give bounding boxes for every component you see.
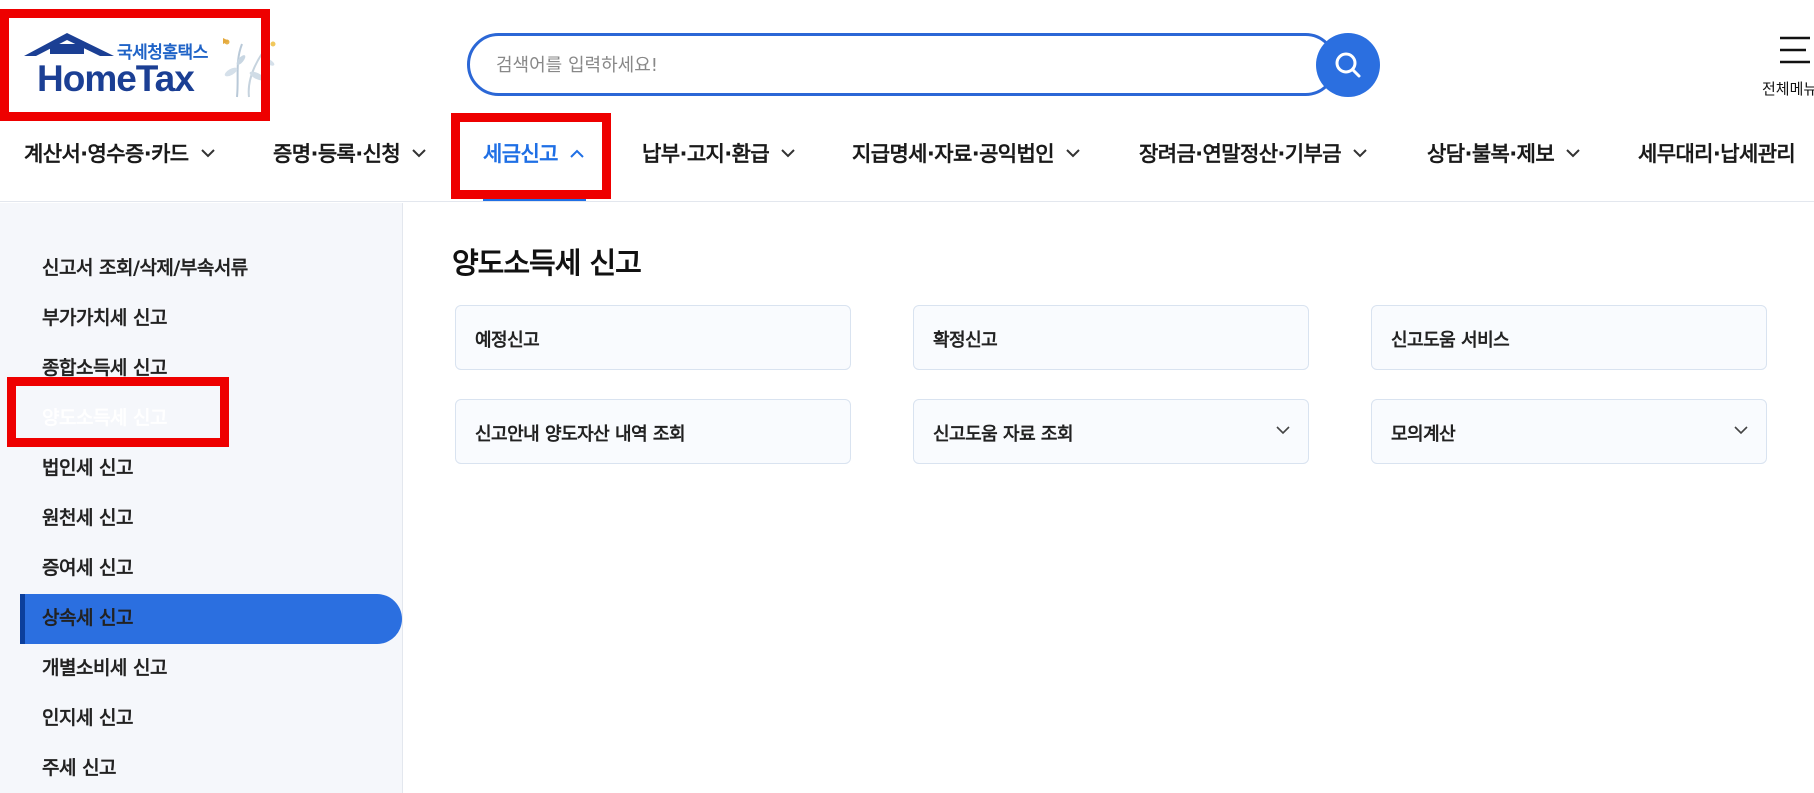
- sidebar-item-gift-tax[interactable]: 증여세 신고: [42, 553, 134, 580]
- card-label: 신고도움 서비스: [1391, 330, 1510, 351]
- nav-item-label: 장려금·연말정산·기부금: [1139, 142, 1342, 166]
- sidebar-item-return-inquiry[interactable]: 신고서 조회/삭제/부속서류: [42, 253, 248, 280]
- card-help-data-inquiry[interactable]: 신고도움 자료 조회: [913, 399, 1309, 464]
- hamburger-icon: [1780, 36, 1810, 64]
- chevron-down-icon: [1566, 148, 1580, 157]
- chevron-down-icon: [1066, 148, 1080, 157]
- search-input[interactable]: [496, 50, 1256, 80]
- page-title: 양도소득세 신고: [452, 246, 642, 280]
- logo-highlight-box: [0, 9, 270, 121]
- card-asset-inquiry[interactable]: 신고안내 양도자산 내역 조회: [455, 399, 851, 464]
- chevron-down-icon: [200, 148, 215, 157]
- card-label: 신고안내 양도자산 내역 조회: [475, 424, 686, 445]
- nav-item-certificate[interactable]: 증명·등록·신청: [273, 138, 426, 168]
- sidebar-item-vat[interactable]: 부가가치세 신고: [42, 303, 167, 330]
- sidebar-item-liquor-tax[interactable]: 주세 신고: [42, 753, 117, 780]
- sidebar-item-stamp-tax[interactable]: 인지세 신고: [42, 703, 134, 730]
- nav-item-tax-agent[interactable]: 세무대리·납세관리: [1638, 138, 1796, 168]
- chevron-down-icon: [1353, 148, 1367, 157]
- chevron-down-icon: [412, 148, 426, 157]
- main-nav: 계산서·영수증·카드 증명·등록·신청 세금신고 납부·고지·환급 지급명세·자…: [0, 118, 1814, 202]
- nav-item-payment[interactable]: 납부·고지·환급: [642, 138, 795, 168]
- nav-item-label: 계산서·영수증·카드: [24, 142, 189, 166]
- sidebar-highlight-box: [7, 377, 229, 447]
- nav-item-invoice[interactable]: 계산서·영수증·카드: [24, 138, 215, 168]
- nav-item-label: 세무대리·납세관리: [1638, 142, 1796, 166]
- sidebar-item-withholding[interactable]: 원천세 신고: [42, 503, 134, 530]
- card-label: 신고도움 자료 조회: [933, 424, 1074, 445]
- nav-item-incentives[interactable]: 장려금·연말정산·기부금: [1139, 138, 1367, 168]
- card-label: 확정신고: [933, 330, 998, 351]
- sidebar-item-corporate-tax[interactable]: 법인세 신고: [42, 453, 134, 480]
- all-menu-button[interactable]: 전체메뉴: [1760, 32, 1814, 102]
- sidebar-item-excise[interactable]: 개별소비세 신고: [42, 653, 167, 680]
- card-mock-calculation[interactable]: 모의계산: [1371, 399, 1767, 464]
- card-label: 모의계산: [1391, 424, 1456, 445]
- nav-item-consultation[interactable]: 상담·불복·제보: [1427, 138, 1580, 168]
- chevron-down-icon: [1276, 426, 1290, 435]
- chevron-down-icon: [1734, 426, 1748, 435]
- card-filing-help-service[interactable]: 신고도움 서비스: [1371, 305, 1767, 370]
- header: 국세청홈택스 HomeTax 전체메뉴: [0, 0, 1814, 121]
- nav-item-label: 납부·고지·환급: [642, 142, 770, 166]
- chevron-down-icon: [781, 148, 795, 157]
- nav-item-label: 증명·등록·신청: [273, 142, 401, 166]
- all-menu-label: 전체메뉴: [1762, 80, 1814, 98]
- active-indicator: [20, 594, 25, 644]
- sidebar: 신고서 조회/삭제/부속서류 부가가치세 신고 종합소득세 신고 양도소득세 신…: [0, 203, 403, 793]
- card-preliminary-return[interactable]: 예정신고: [455, 305, 851, 370]
- sidebar-item-inheritance[interactable]: 상속세 신고: [42, 603, 134, 630]
- sidebar-item-income-tax[interactable]: 종합소득세 신고: [42, 353, 167, 380]
- card-label: 예정신고: [475, 330, 540, 351]
- nav-item-label: 지급명세·자료·공익법인: [852, 142, 1055, 166]
- card-final-return[interactable]: 확정신고: [913, 305, 1309, 370]
- nav-highlight-box: [451, 113, 611, 199]
- nav-item-statements[interactable]: 지급명세·자료·공익법인: [852, 138, 1080, 168]
- nav-item-label: 상담·불복·제보: [1427, 142, 1555, 166]
- search-icon: [1335, 52, 1361, 78]
- search-button[interactable]: [1316, 33, 1380, 97]
- search-box[interactable]: [467, 33, 1337, 96]
